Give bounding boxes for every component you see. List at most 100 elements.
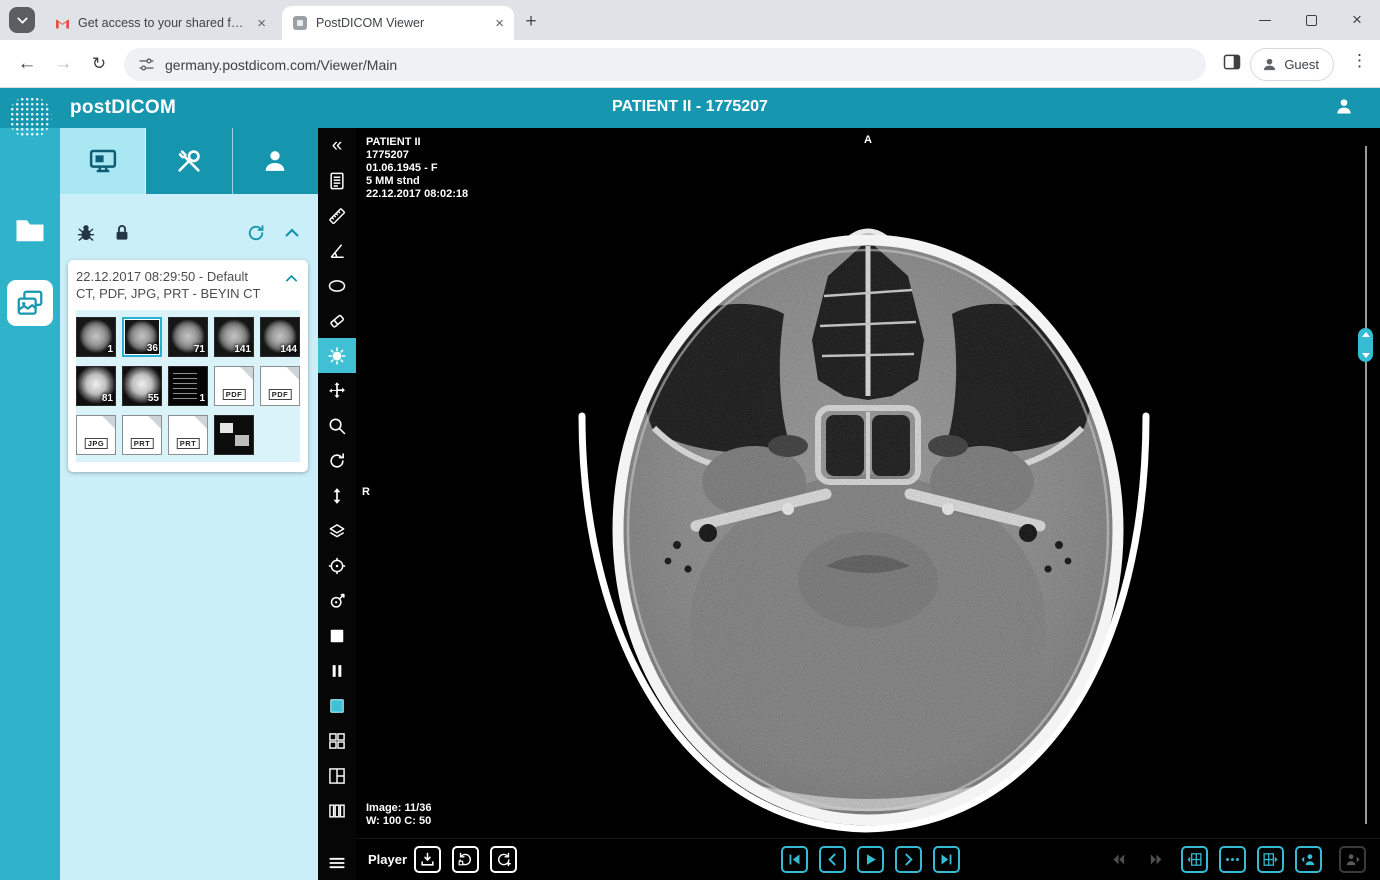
reload-button[interactable]: ↻	[82, 47, 116, 81]
tab-close-icon[interactable]: ×	[495, 15, 504, 32]
ruler-tool[interactable]	[318, 198, 356, 233]
lock-icon[interactable]	[112, 223, 132, 243]
study-collapse-button[interactable]	[283, 270, 300, 287]
collapse-panel-button[interactable]: «	[318, 128, 356, 163]
crosshair-tool[interactable]	[318, 548, 356, 583]
series-thumbnail[interactable]: 1	[168, 366, 208, 406]
site-info-icon[interactable]	[138, 56, 155, 73]
player-label: Player	[368, 852, 407, 867]
vertical-scroll-icon	[327, 486, 347, 506]
browser-tab-postdicom[interactable]: PostDICOM Viewer ×	[282, 6, 514, 40]
toolbar-menu-button[interactable]	[318, 845, 356, 880]
browser-profile-button[interactable]: Guest	[1250, 48, 1334, 81]
window-level-tool[interactable]	[318, 338, 356, 373]
series-thumbnail[interactable]: 144	[260, 317, 300, 357]
series-thumbnail[interactable]: 141	[214, 317, 254, 357]
previous-patient-button[interactable]	[1295, 846, 1322, 873]
next-layout-button[interactable]	[1257, 846, 1284, 873]
previous-image-button[interactable]	[819, 846, 846, 873]
last-image-button[interactable]	[933, 846, 960, 873]
image-scrollbar-handle[interactable]	[1358, 328, 1373, 362]
ellipse-tool[interactable]	[318, 268, 356, 303]
document-thumbnail[interactable]: PRT	[168, 415, 208, 455]
localizer-tool[interactable]	[318, 583, 356, 618]
series-thumbnail[interactable]: 1	[76, 317, 116, 357]
window-close-button[interactable]: ×	[1334, 0, 1380, 40]
address-bar[interactable]: germany.postdicom.com/Viewer/Main	[124, 48, 1206, 81]
active-viewport-tool[interactable]	[318, 688, 356, 723]
scroll-tool[interactable]	[318, 478, 356, 513]
person-icon	[261, 147, 289, 175]
images-nav-button[interactable]	[7, 280, 53, 326]
loop-mode-button[interactable]	[452, 846, 479, 873]
overlay-birth-sex: 01.06.1945 - F	[366, 162, 468, 175]
layout-2x2-tool[interactable]	[318, 723, 356, 758]
eraser-icon	[327, 311, 347, 331]
app-logo[interactable]: postDICOM	[70, 97, 176, 119]
ellipsis-icon	[1224, 851, 1241, 868]
angle-tool[interactable]	[318, 233, 356, 268]
pause-tool[interactable]	[318, 653, 356, 688]
folders-nav-button[interactable]	[12, 212, 48, 253]
side-panel-button[interactable]	[1222, 52, 1242, 72]
player-bar: Player	[356, 838, 1380, 880]
layout-split-tool[interactable]	[318, 758, 356, 793]
report-tool[interactable]	[318, 163, 356, 198]
viewport[interactable]: PATIENT II 1775207 01.06.1945 - F 5 MM s…	[356, 128, 1380, 838]
document-thumbnail[interactable]: PDF	[260, 366, 300, 406]
forward-button-disabled[interactable]	[1143, 846, 1170, 873]
rotate-tool[interactable]	[318, 443, 356, 478]
next-patient-button-disabled[interactable]	[1339, 846, 1366, 873]
new-tab-button[interactable]: +	[518, 9, 544, 35]
tab-search-button[interactable]	[9, 7, 35, 33]
folder-icon	[12, 212, 48, 248]
account-button[interactable]	[1334, 96, 1354, 116]
rewind-button-disabled[interactable]	[1105, 846, 1132, 873]
window-controls: ×	[1242, 0, 1380, 40]
first-image-button[interactable]	[781, 846, 808, 873]
bug-icon[interactable]	[76, 223, 96, 243]
sweep-mode-button[interactable]	[490, 846, 517, 873]
next-image-button[interactable]	[895, 846, 922, 873]
zoom-tool[interactable]	[318, 408, 356, 443]
play-button[interactable]	[857, 846, 884, 873]
tab-title: Get access to your shared folde	[78, 16, 249, 30]
series-thumbnail[interactable]: 55	[122, 366, 162, 406]
window-minimize-button[interactable]	[1242, 0, 1288, 40]
split-layout-icon	[327, 766, 347, 786]
layout-columns-tool[interactable]	[318, 793, 356, 828]
back-button[interactable]: ←	[10, 47, 44, 81]
collapse-series-button[interactable]	[282, 223, 302, 243]
document-thumbnail[interactable]: PRT	[122, 415, 162, 455]
series-thumbnail[interactable]: 81	[76, 366, 116, 406]
browser-menu-button[interactable]: ⋮	[1351, 51, 1368, 71]
series-thumbnail-selected[interactable]: 36	[122, 317, 162, 357]
target-flag-icon	[327, 591, 347, 611]
postdicom-globe-logo[interactable]	[5, 92, 55, 147]
document-thumbnail[interactable]: JPG	[76, 415, 116, 455]
tab-patient-info[interactable]	[233, 128, 318, 194]
document-thumbnail[interactable]: PDF	[214, 366, 254, 406]
sync-series-button[interactable]	[246, 223, 266, 243]
eraser-tool[interactable]	[318, 303, 356, 338]
montage-thumbnail[interactable]	[214, 415, 254, 455]
double-chevron-left-icon	[1110, 851, 1127, 868]
grid-next-icon	[1262, 851, 1279, 868]
image-scrollbar-track[interactable]	[1365, 146, 1367, 824]
export-button[interactable]	[414, 846, 441, 873]
stack-tool[interactable]	[318, 513, 356, 548]
series-thumbnail[interactable]: 71	[168, 317, 208, 357]
skip-first-icon	[786, 851, 803, 868]
url-text: germany.postdicom.com/Viewer/Main	[165, 57, 397, 73]
pan-tool[interactable]	[318, 373, 356, 408]
previous-layout-button[interactable]	[1181, 846, 1208, 873]
tab-tools[interactable]	[146, 128, 232, 194]
tab-close-icon[interactable]: ×	[257, 15, 266, 32]
browser-tab-gmail[interactable]: Get access to your shared folde ×	[44, 6, 276, 40]
forward-button[interactable]: →	[46, 47, 80, 81]
tab-study-display[interactable]	[60, 128, 146, 194]
more-options-button[interactable]	[1219, 846, 1246, 873]
solid-square-tool[interactable]	[318, 618, 356, 653]
guest-avatar-icon	[1261, 56, 1278, 73]
window-maximize-button[interactable]	[1288, 0, 1334, 40]
